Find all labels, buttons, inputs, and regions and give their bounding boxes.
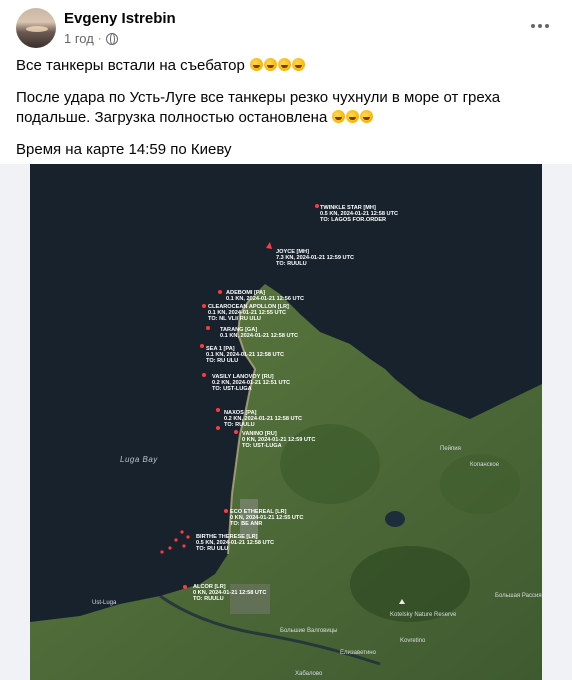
vessel-marker[interactable] xyxy=(216,408,220,412)
vessel-marker[interactable] xyxy=(200,344,204,348)
vessel-destination: TO: RUULU xyxy=(276,261,307,267)
vessel-destination: TO: RU ULU xyxy=(196,546,228,552)
vessel-marker[interactable] xyxy=(202,304,206,308)
vessel-marker[interactable] xyxy=(202,373,206,377)
rofl-emoji-icon xyxy=(360,110,374,123)
map-image[interactable]: Luga Bay Пейпия Копанское Большая Рассия… xyxy=(0,164,572,680)
vessel-destination: TO: RU ULU xyxy=(206,358,238,364)
paragraph-2: После удара по Усть-Луге все танкеры рез… xyxy=(16,89,501,126)
author-name[interactable]: Evgeny Istrebin xyxy=(64,10,176,27)
more-icon[interactable] xyxy=(524,12,556,40)
avatar[interactable] xyxy=(16,8,56,48)
facebook-post: Evgeny Istrebin 1 год · Все танкеры вста… xyxy=(0,0,572,680)
rofl-emoji-icon xyxy=(250,58,264,71)
meta-separator: · xyxy=(97,32,102,45)
post-header: Evgeny Istrebin 1 год · xyxy=(16,8,556,52)
vessel-speed: 0.1 KN, 2024-01-21 12:56 UTC xyxy=(226,296,304,302)
post-text: Все танкеры встали на съебатор После уда… xyxy=(16,56,556,172)
vessel-marker[interactable] xyxy=(206,326,210,330)
vessel-destination: TO: BE ANR xyxy=(230,521,262,527)
place-label: Пейпия xyxy=(440,445,461,452)
place-label: Kovretino xyxy=(400,638,426,644)
vessel-destination: TO: RUULU xyxy=(224,422,255,428)
place-label: Большая Рассия xyxy=(495,593,542,599)
vessel-speed: 0.1 KN, 2024-01-21 12:58 UTC xyxy=(220,333,298,339)
place-label: Kotelsky Nature Reserve xyxy=(390,612,457,618)
rofl-emoji-icon xyxy=(332,110,346,123)
map-svg: Luga Bay Пейпия Копанское Большая Рассия… xyxy=(0,164,572,680)
place-label: Копанское xyxy=(470,462,500,468)
vessel-destination: TO: NL VLI/ RU ULU xyxy=(208,316,261,322)
place-label: Ust-Luga xyxy=(92,600,117,606)
vessel-marker[interactable] xyxy=(224,509,228,513)
rofl-emoji-icon xyxy=(264,58,278,71)
rofl-emoji-icon xyxy=(292,58,306,71)
vessel-destination: TO: LAGOS FOR.ORDER xyxy=(320,217,386,223)
paragraph-3: Время на карте 14:59 по Киеву xyxy=(16,141,232,158)
vessel-marker[interactable] xyxy=(216,426,220,430)
globe-icon xyxy=(105,32,118,45)
vessel-marker[interactable] xyxy=(315,204,319,208)
bay-label: Luga Bay xyxy=(120,455,158,464)
place-label: Большие Валговицы xyxy=(280,628,337,634)
paragraph-1: Все танкеры встали на съебатор xyxy=(16,56,556,76)
vessel-marker[interactable] xyxy=(234,430,238,434)
rofl-emoji-icon xyxy=(346,110,360,123)
vessel-destination: TO: RUULU xyxy=(193,596,224,602)
place-label: Елизаветино xyxy=(340,650,377,656)
vessel-marker[interactable] xyxy=(183,585,187,589)
vessel-destination: TO: UST-LUGA xyxy=(212,386,252,392)
rofl-emoji-icon xyxy=(278,58,292,71)
vessel-marker[interactable] xyxy=(218,290,222,294)
post-time[interactable]: 1 год xyxy=(64,31,94,46)
post-meta: 1 год · xyxy=(64,31,118,46)
vessel-destination: TO: UST-LUGA xyxy=(242,443,282,449)
place-label: Хабалово xyxy=(295,671,323,677)
